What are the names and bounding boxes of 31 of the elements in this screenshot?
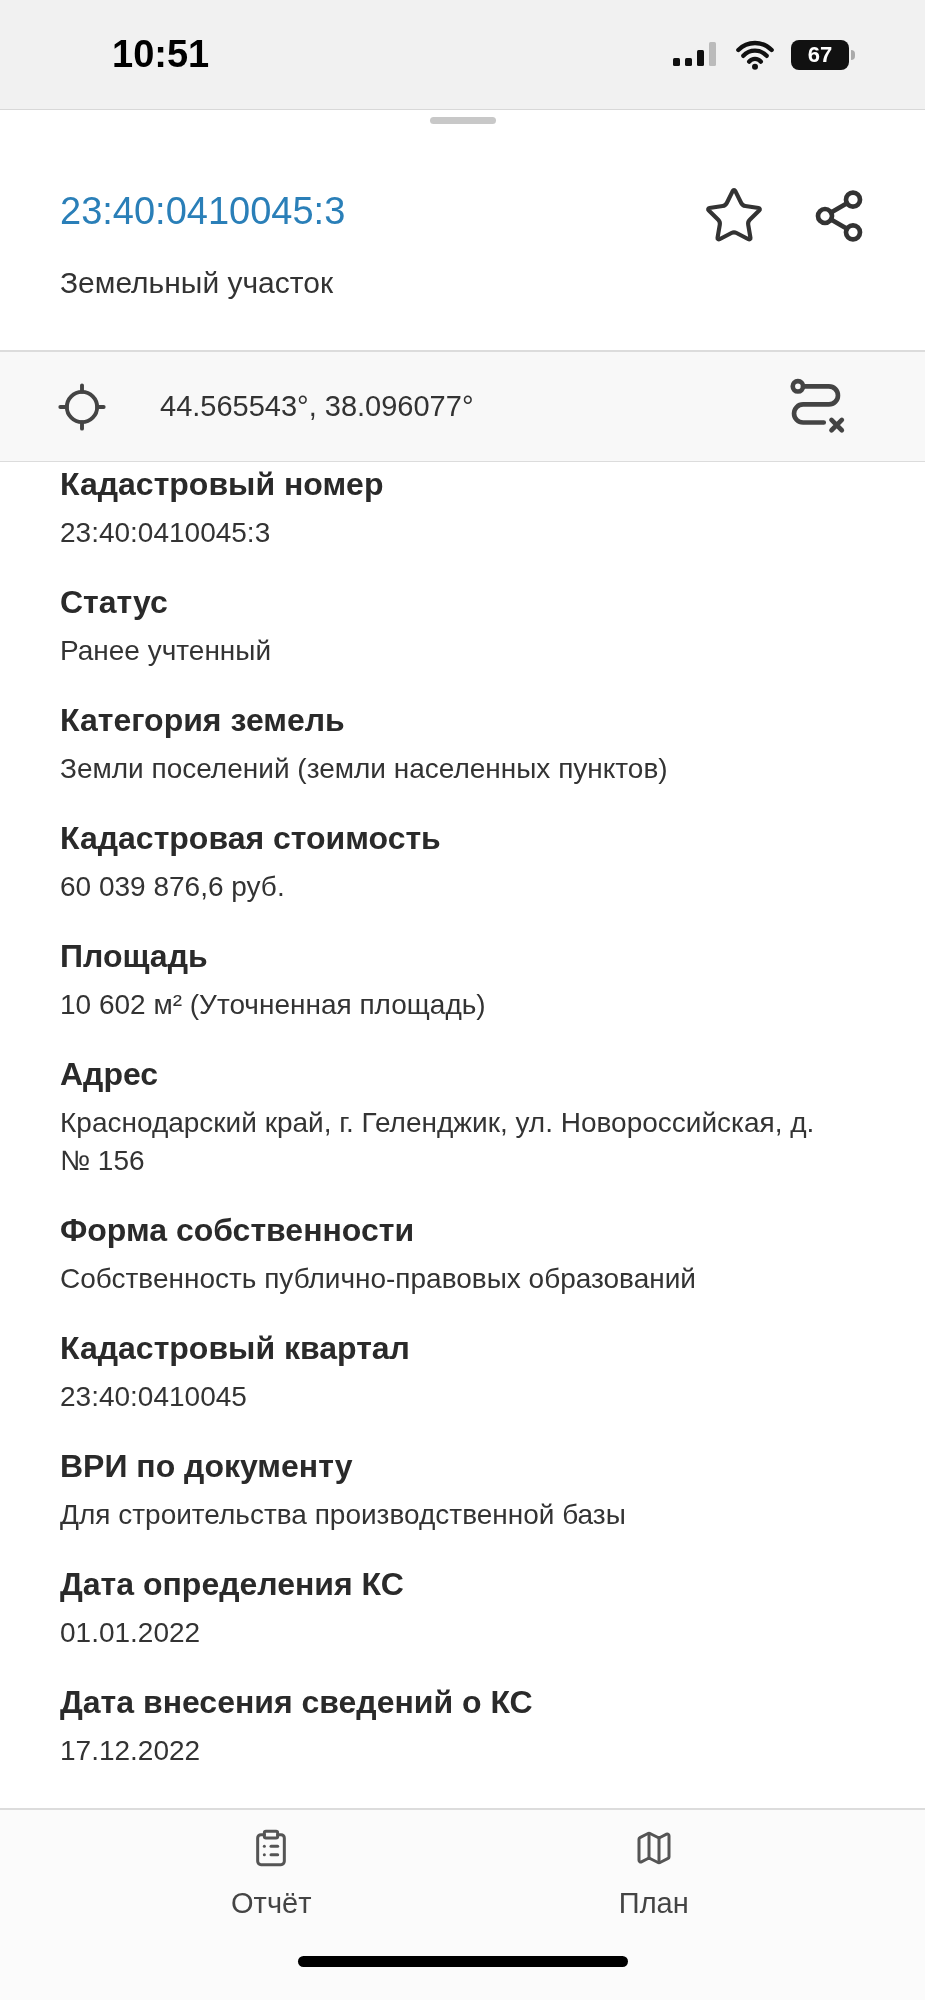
field-label: Кадастровая стоимость — [60, 819, 442, 858]
field-label: Форма собственности — [60, 1211, 416, 1250]
field-label: Статус — [60, 583, 169, 622]
field-label: ВРИ по документу — [60, 1447, 354, 1486]
field-label: Площадь — [60, 937, 209, 976]
object-type: Земельный участок — [60, 265, 334, 301]
battery-level: 67 — [807, 43, 833, 66]
field-label: Дата определения КС — [60, 1565, 405, 1604]
drag-handle[interactable] — [430, 117, 496, 124]
field-label: Кадастровый квартал — [60, 1329, 411, 1368]
status-time: 10:51 — [112, 32, 210, 77]
field-value: 10 602 м² (Уточненная площадь) — [60, 988, 487, 1022]
field-label: Кадастровый номер — [60, 465, 385, 504]
wifi-icon — [735, 39, 775, 70]
field-value: Земли поселений (земли населенных пунктов) — [60, 752, 669, 786]
field-value: Ранее учтенный — [60, 634, 273, 668]
field-label: Дата внесения сведений о КС — [60, 1683, 534, 1722]
field-value: 01.01.2022 — [60, 1616, 202, 1650]
bottom-nav-item[interactable]: Отчёт — [171, 1828, 372, 1926]
field-value: 60 039 876,6 руб. — [60, 870, 286, 904]
cadastral-title: 23:40:0410045:3 — [60, 189, 346, 234]
field-value: 23:40:0410045:3 — [60, 516, 272, 550]
coordinates-text: 44.565543°, 38.096077° — [160, 388, 475, 424]
field-label: Адрес — [60, 1055, 160, 1094]
field-value: 23:40:0410045 — [60, 1380, 248, 1414]
field-value: 17.12.2022 — [60, 1734, 202, 1768]
bottom-nav-item[interactable]: План — [553, 1828, 754, 1926]
field-value: Краснодарский край, г. Геленджик, ул. Новороссийская, д. № 156 — [60, 1106, 816, 1178]
field-value: Для строительства производственной базы — [60, 1498, 627, 1532]
field-label: Категория земель — [60, 701, 346, 740]
field-value: Собственность публично-правовых образований — [60, 1262, 697, 1296]
